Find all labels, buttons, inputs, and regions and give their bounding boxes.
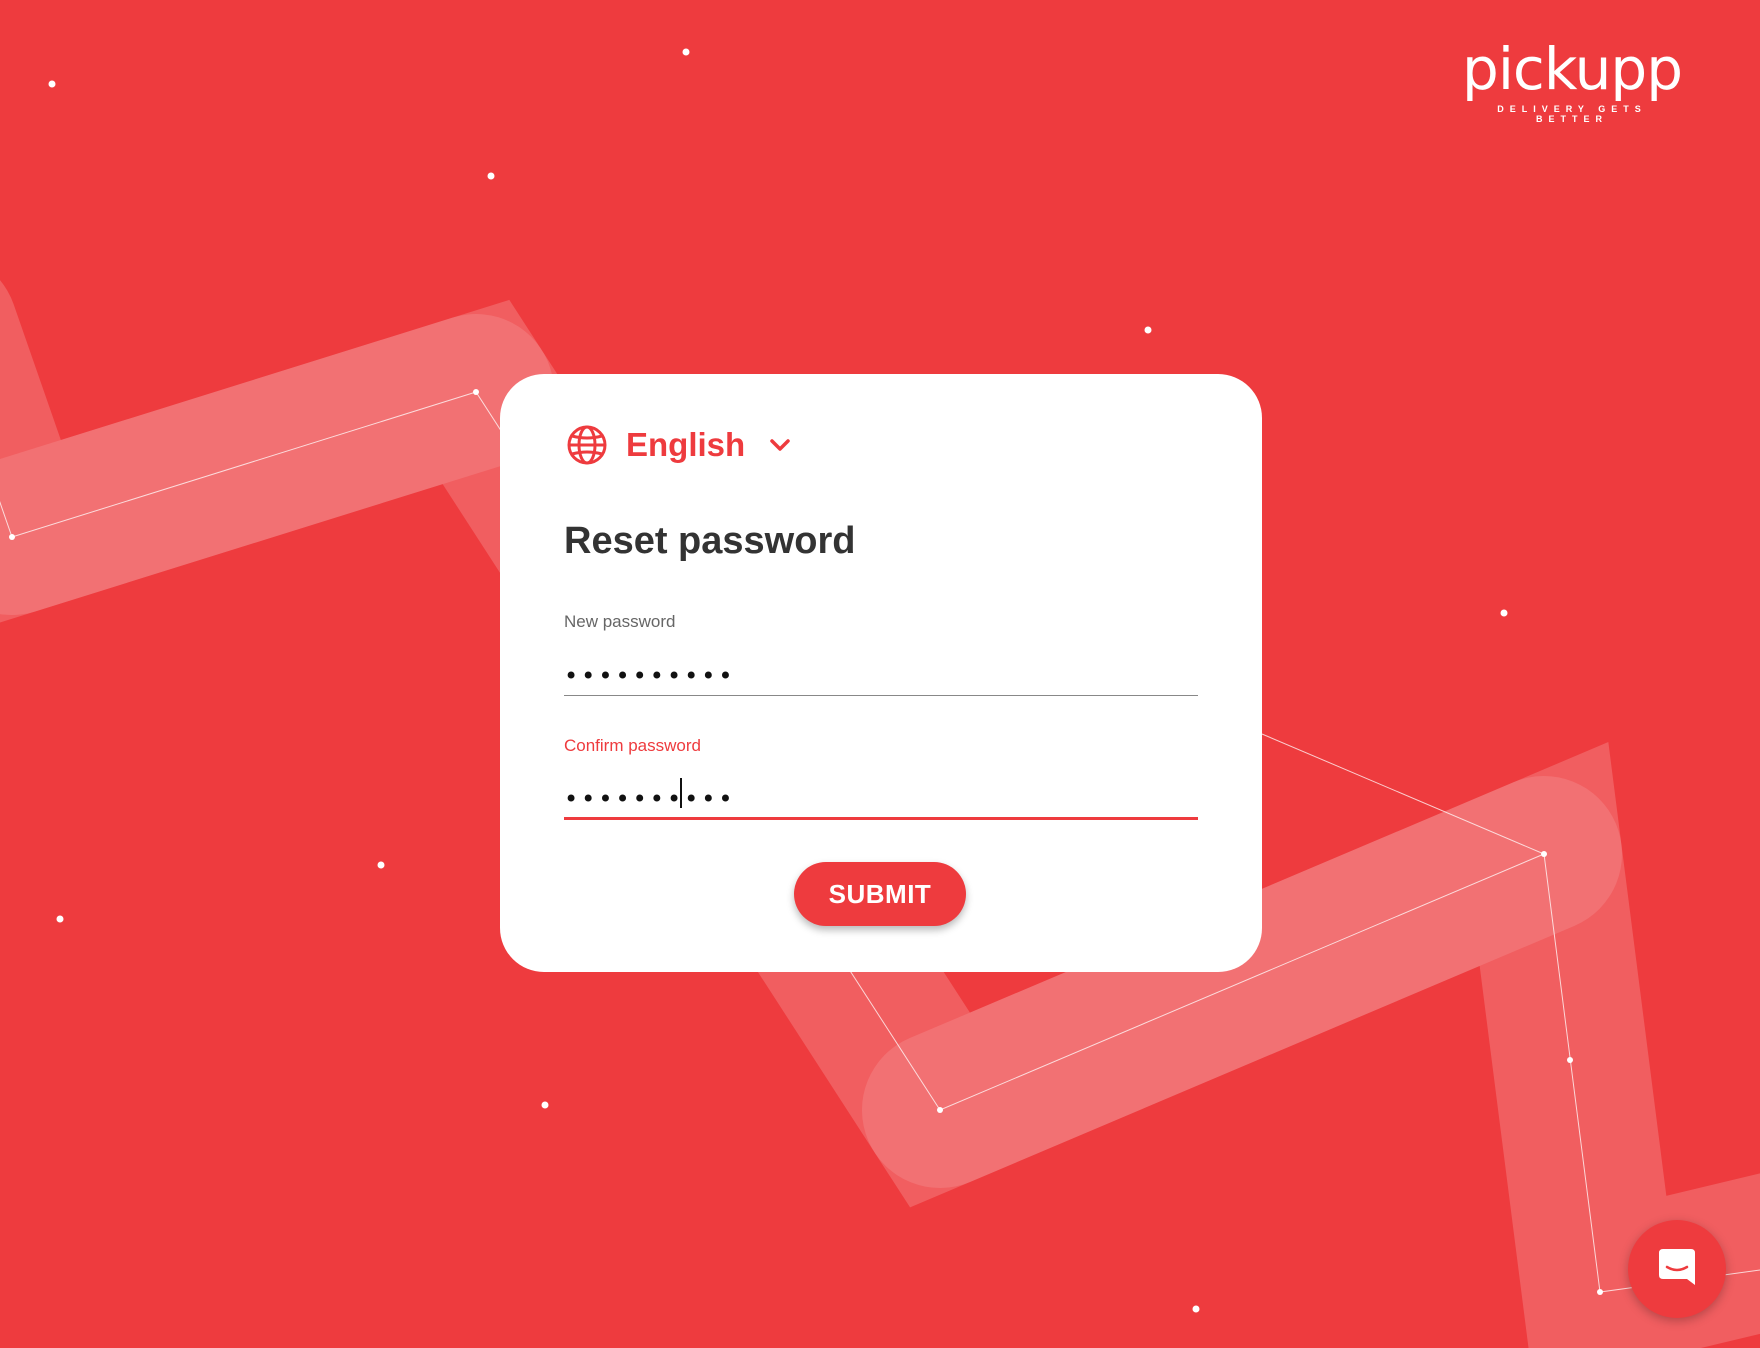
new-password-field: New password: [564, 612, 1198, 696]
confirm-password-field: Confirm password: [564, 736, 1198, 820]
language-selector[interactable]: English: [566, 424, 793, 466]
new-password-label: New password: [564, 612, 676, 631]
logo-wordmark: pickupp: [1462, 35, 1683, 103]
chevron-down-icon: [767, 432, 793, 458]
chat-icon: [1655, 1245, 1699, 1294]
chat-launcher-button[interactable]: [1628, 1220, 1726, 1318]
language-label: English: [626, 426, 746, 463]
logo-tagline: DELIVERY GETS BETTER: [1497, 104, 1647, 124]
pickupp-logo: pickupp DELIVERY GETS BETTER: [1462, 35, 1683, 124]
new-password-input[interactable]: [564, 656, 1198, 696]
submit-button[interactable]: SUBMIT: [794, 862, 966, 926]
confirm-password-input[interactable]: [564, 780, 1198, 820]
text-caret: [680, 778, 682, 808]
reset-password-card: English Reset password New password Conf…: [500, 374, 1262, 972]
page-title: Reset password: [564, 520, 856, 562]
globe-icon: [566, 424, 608, 466]
confirm-password-label: Confirm password: [564, 736, 701, 755]
